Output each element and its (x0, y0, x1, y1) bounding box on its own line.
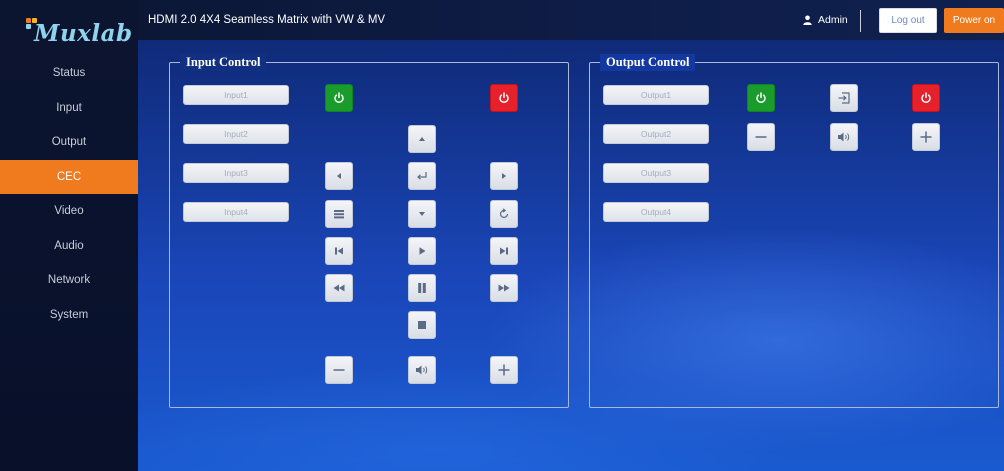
sidebar-item-video[interactable]: Video (0, 194, 138, 229)
user-icon (803, 15, 812, 25)
output-volume-up-button[interactable] (912, 123, 940, 151)
cec-rewind-button[interactable] (325, 274, 353, 302)
sidebar-item-input[interactable]: Input (0, 91, 138, 126)
minus-icon (333, 369, 345, 371)
top-header: HDMI 2.0 4X4 Seamless Matrix with VW & M… (138, 0, 1004, 40)
enter-icon (417, 172, 427, 180)
back-icon (499, 208, 509, 219)
output-control-title: Output Control (600, 54, 696, 71)
arrow-up-icon (419, 137, 425, 141)
cec-previous-button[interactable] (325, 237, 353, 265)
cec-fast-forward-button[interactable] (490, 274, 518, 302)
input-select-3[interactable]: Input3 (183, 163, 289, 183)
brand-logo: Muxlab (10, 12, 133, 52)
speaker-icon (416, 365, 428, 375)
output-source-button[interactable] (830, 84, 858, 112)
arrow-down-icon (419, 212, 425, 216)
plus-icon (920, 131, 932, 143)
play-icon (419, 247, 426, 255)
output-volume-down-button[interactable] (747, 123, 775, 151)
cec-play-button[interactable] (408, 237, 436, 265)
cec-back-button[interactable] (490, 200, 518, 228)
cec-down-button[interactable] (408, 200, 436, 228)
menu-icon (334, 210, 344, 219)
output-select-1[interactable]: Output1 (603, 85, 709, 105)
cec-mute-button[interactable] (408, 356, 436, 384)
cec-volume-down-button[interactable] (325, 356, 353, 384)
user-menu[interactable]: Admin (803, 14, 848, 26)
pause-icon (418, 283, 426, 293)
main-content: Input Control Input1 Input2 Input3 Input… (138, 40, 1004, 471)
input-select-1[interactable]: Input1 (183, 85, 289, 105)
output-mute-button[interactable] (830, 123, 858, 151)
input-select-2[interactable]: Input2 (183, 124, 289, 144)
power-icon (756, 92, 766, 103)
skip-previous-icon (335, 247, 343, 255)
cec-pause-button[interactable] (408, 274, 436, 302)
output-select-4[interactable]: Output4 (603, 202, 709, 222)
sidebar-item-output[interactable]: Output (0, 125, 138, 160)
stop-icon (418, 321, 426, 329)
logout-button[interactable]: Log out (879, 8, 937, 33)
power-icon (499, 92, 509, 103)
input-select-4[interactable]: Input4 (183, 202, 289, 222)
page-title: HDMI 2.0 4X4 Seamless Matrix with VW & M… (148, 14, 386, 26)
cec-right-button[interactable] (490, 162, 518, 190)
user-name: Admin (818, 14, 848, 26)
plus-icon (498, 364, 510, 376)
output-control-panel: Output Control Output1 Output2 Output3 O… (589, 54, 999, 408)
power-icon (921, 92, 931, 103)
arrow-right-icon (502, 173, 506, 179)
output-power-off-button[interactable] (912, 84, 940, 112)
cec-stop-button[interactable] (408, 311, 436, 339)
fast-forward-icon (498, 284, 510, 292)
cec-left-button[interactable] (325, 162, 353, 190)
cec-menu-button[interactable] (325, 200, 353, 228)
arrow-left-icon (337, 173, 341, 179)
power-on-button[interactable]: Power on (944, 8, 1004, 33)
cec-enter-button[interactable] (408, 162, 436, 190)
input-control-title: Input Control (180, 54, 267, 71)
sidebar-item-audio[interactable]: Audio (0, 229, 138, 264)
input-source-icon (838, 92, 850, 104)
sidebar-item-network[interactable]: Network (0, 263, 138, 298)
output-power-on-button[interactable] (747, 84, 775, 112)
header-divider (860, 10, 861, 32)
sidebar-item-status[interactable]: Status (0, 56, 138, 91)
sidebar-item-system[interactable]: System (0, 298, 138, 333)
rewind-icon (333, 284, 345, 292)
power-icon (334, 92, 344, 103)
sidebar: Muxlab Status Input Output CEC Video Aud… (0, 0, 138, 471)
sidebar-item-cec[interactable]: CEC (0, 159, 138, 194)
cec-volume-up-button[interactable] (490, 356, 518, 384)
input-power-off-button[interactable] (490, 84, 518, 112)
speaker-icon (838, 132, 850, 142)
output-select-2[interactable]: Output2 (603, 124, 709, 144)
cec-up-button[interactable] (408, 125, 436, 153)
skip-next-icon (500, 247, 508, 255)
input-power-on-button[interactable] (325, 84, 353, 112)
input-control-panel: Input Control Input1 Input2 Input3 Input… (169, 54, 569, 408)
brand-name: Muxlab (34, 20, 133, 47)
cec-next-button[interactable] (490, 237, 518, 265)
output-select-3[interactable]: Output3 (603, 163, 709, 183)
sidebar-nav: Status Input Output CEC Video Audio Netw… (0, 56, 138, 332)
minus-icon (755, 136, 767, 138)
